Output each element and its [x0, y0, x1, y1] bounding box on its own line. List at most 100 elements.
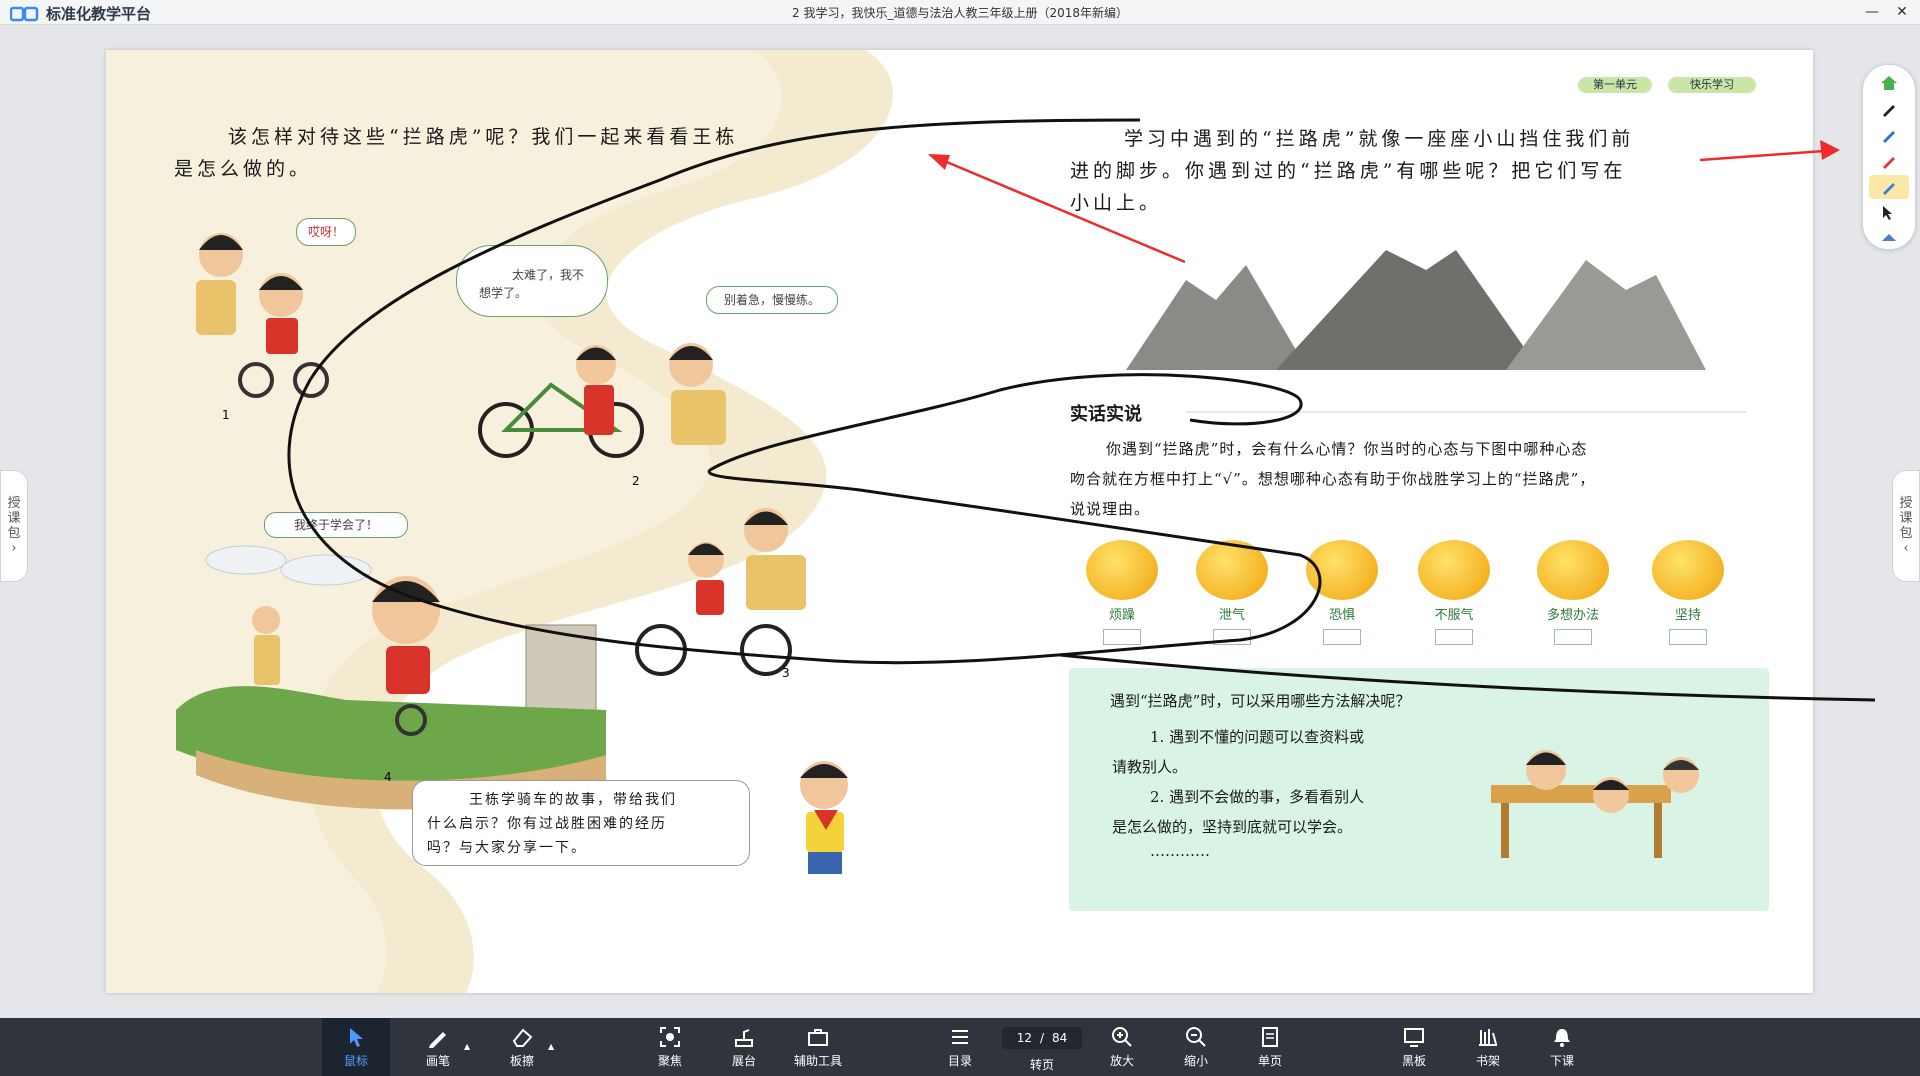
story-line: 王栋学骑车的故事，带给我们	[469, 792, 677, 808]
mood-checkbox[interactable]	[1323, 629, 1361, 645]
bubble-text: 哎呀！	[307, 225, 344, 239]
pen-icon	[1883, 105, 1895, 117]
toolbar-focus[interactable]: 聚焦	[636, 1018, 704, 1076]
toolbar-blackboard[interactable]: 黑板	[1380, 1018, 1448, 1076]
mood-label: 恐惧	[1328, 608, 1355, 623]
annotation-tool-panel	[1862, 64, 1916, 250]
green-box-line: 1. 遇到不懂的问题可以查资料或	[1150, 728, 1365, 746]
toolbar-stage[interactable]: 展台	[710, 1018, 778, 1076]
eraser-icon	[510, 1025, 534, 1049]
chevron-left-icon: ‹	[1903, 541, 1909, 556]
toolbar-zoom-out[interactable]: 缩小	[1162, 1018, 1230, 1076]
toolbar-assist-tools[interactable]: 辅助工具	[784, 1018, 852, 1076]
toolbar-label: 展台	[731, 1054, 756, 1068]
toolbar-label: 单页	[1257, 1054, 1282, 1068]
page-separator: /	[1039, 1031, 1045, 1045]
sad-face-icon	[1196, 540, 1268, 600]
section-title: 实话实说	[1070, 404, 1142, 425]
select-button[interactable]	[1869, 201, 1909, 225]
story-line: 什么启示？你有过战胜困难的经历	[427, 816, 667, 832]
mood-item: 坚持	[1648, 540, 1728, 645]
toolbar-mouse[interactable]: 鼠标	[322, 1018, 390, 1076]
blue-pen-button[interactable]	[1869, 123, 1909, 147]
toolbar-label: 书架	[1475, 1054, 1500, 1068]
speech-bubble: 我终于学会了！	[264, 512, 408, 538]
side-tab-char: 授	[7, 496, 21, 511]
collapse-panel-button[interactable]	[1869, 225, 1909, 249]
green-box-line: 请教别人。	[1112, 758, 1188, 776]
mood-label: 坚持	[1674, 608, 1701, 623]
focus-icon	[658, 1025, 682, 1049]
mood-checkbox[interactable]	[1435, 629, 1473, 645]
red-pen-button[interactable]	[1869, 149, 1909, 173]
cursor-icon	[344, 1025, 368, 1049]
side-tab-char: 包	[7, 526, 21, 541]
toolbar-label: 下课	[1549, 1054, 1574, 1068]
toolbar-label: 黑板	[1401, 1054, 1426, 1068]
mood-row: 烦躁 泄气 恐惧 不服气 多想办法 坚持	[1082, 540, 1762, 690]
mood-label: 泄气	[1218, 608, 1245, 623]
lesson-package-tab-right[interactable]: 授 课 包 ‹	[1892, 470, 1920, 582]
home-button[interactable]	[1869, 71, 1909, 95]
toolbar-label: 目录	[947, 1054, 972, 1068]
pen-icon	[1883, 131, 1895, 143]
textbook-spread: 该怎样对待这些“拦路虎”呢？我们一起来看看王栋 是怎么做的。 哎呀！ 太难了，我…	[106, 50, 1813, 993]
caret-up-icon[interactable]: ▲	[464, 1042, 470, 1051]
scene-boy	[800, 761, 848, 874]
green-box-ellipsis: …………	[1150, 842, 1210, 860]
home-icon	[1881, 76, 1897, 90]
green-box-question: 遇到“拦路虎”时，可以采用哪些方法解决呢？	[1110, 692, 1411, 710]
bell-icon	[1550, 1025, 1574, 1049]
side-tab-char: 课	[7, 511, 21, 526]
toolbar-end-class[interactable]: 下课	[1528, 1018, 1596, 1076]
section-line: 说说理由。	[1070, 500, 1151, 518]
toolbar-bookshelf[interactable]: 书架	[1454, 1018, 1522, 1076]
cursor-plus-icon	[1883, 206, 1892, 220]
page-icon	[1258, 1025, 1282, 1049]
scared-face-icon	[1306, 540, 1378, 600]
toolbar-eraser[interactable]: 板擦	[488, 1018, 556, 1076]
section-line: 你遇到“拦路虎”时，会有什么心情？你当时的心态与下图中哪种心态	[1106, 440, 1588, 458]
toolbar-pen[interactable]: 画笔	[404, 1018, 472, 1076]
mood-checkbox[interactable]	[1669, 629, 1707, 645]
side-tab-char: 课	[1899, 511, 1913, 526]
document-camera-icon	[732, 1025, 756, 1049]
scene-number: 1	[222, 408, 230, 422]
right-intro-line: 学习中遇到的“拦路虎”就像一座座小山挡住我们前	[1124, 128, 1635, 150]
scene-number: 3	[782, 666, 790, 680]
speech-bubble: 别着急，慢慢练。	[706, 286, 838, 314]
green-box-line: 2. 遇到不会做的事，多看看别人	[1150, 788, 1365, 806]
close-button[interactable]: ✕	[1890, 2, 1914, 22]
mood-checkbox[interactable]	[1213, 629, 1251, 645]
toolbar-single-page[interactable]: 单页	[1236, 1018, 1304, 1076]
mood-item: 烦躁	[1082, 540, 1162, 645]
highlighter-button[interactable]	[1869, 175, 1909, 199]
list-icon	[948, 1025, 972, 1049]
page-jump-input[interactable]: 12 / 84	[1002, 1027, 1082, 1049]
mood-checkbox[interactable]	[1554, 629, 1592, 645]
determined-face-icon	[1652, 540, 1724, 600]
toolbar-toc[interactable]: 目录	[926, 1018, 994, 1076]
speech-bubble: 太难了，我不 想学了。	[456, 245, 608, 317]
scene-number: 4	[384, 770, 392, 784]
toolbar-label: 鼠标	[343, 1054, 368, 1068]
minimize-button[interactable]: —	[1860, 2, 1884, 22]
mood-item: 多想办法	[1528, 540, 1618, 645]
caret-up-icon[interactable]: ▲	[548, 1042, 554, 1051]
toolbar-label: 聚焦	[657, 1054, 682, 1068]
right-intro-line: 进的脚步。你遇到过的“拦路虎”有哪些呢？把它们写在	[1070, 160, 1627, 182]
mood-item: 泄气	[1192, 540, 1272, 645]
chevron-right-icon: ›	[11, 541, 17, 556]
toolbar-zoom-in[interactable]: 放大	[1088, 1018, 1156, 1076]
bubble-text: 别着急，慢慢练。	[723, 293, 820, 307]
mood-label: 多想办法	[1546, 608, 1599, 623]
mood-checkbox[interactable]	[1103, 629, 1141, 645]
lesson-package-tab-left[interactable]: 授 课 包 ›	[0, 470, 28, 582]
blackboard-icon	[1402, 1025, 1426, 1049]
thinking-face-icon	[1537, 540, 1609, 600]
pen-icon	[1883, 157, 1895, 169]
lesson-tag: 快乐学习	[1668, 77, 1756, 93]
black-pen-button[interactable]	[1869, 97, 1909, 121]
green-box-line: 是怎么做的，坚持到底就可以学会。	[1112, 818, 1353, 836]
side-tab-char: 包	[1899, 526, 1913, 541]
